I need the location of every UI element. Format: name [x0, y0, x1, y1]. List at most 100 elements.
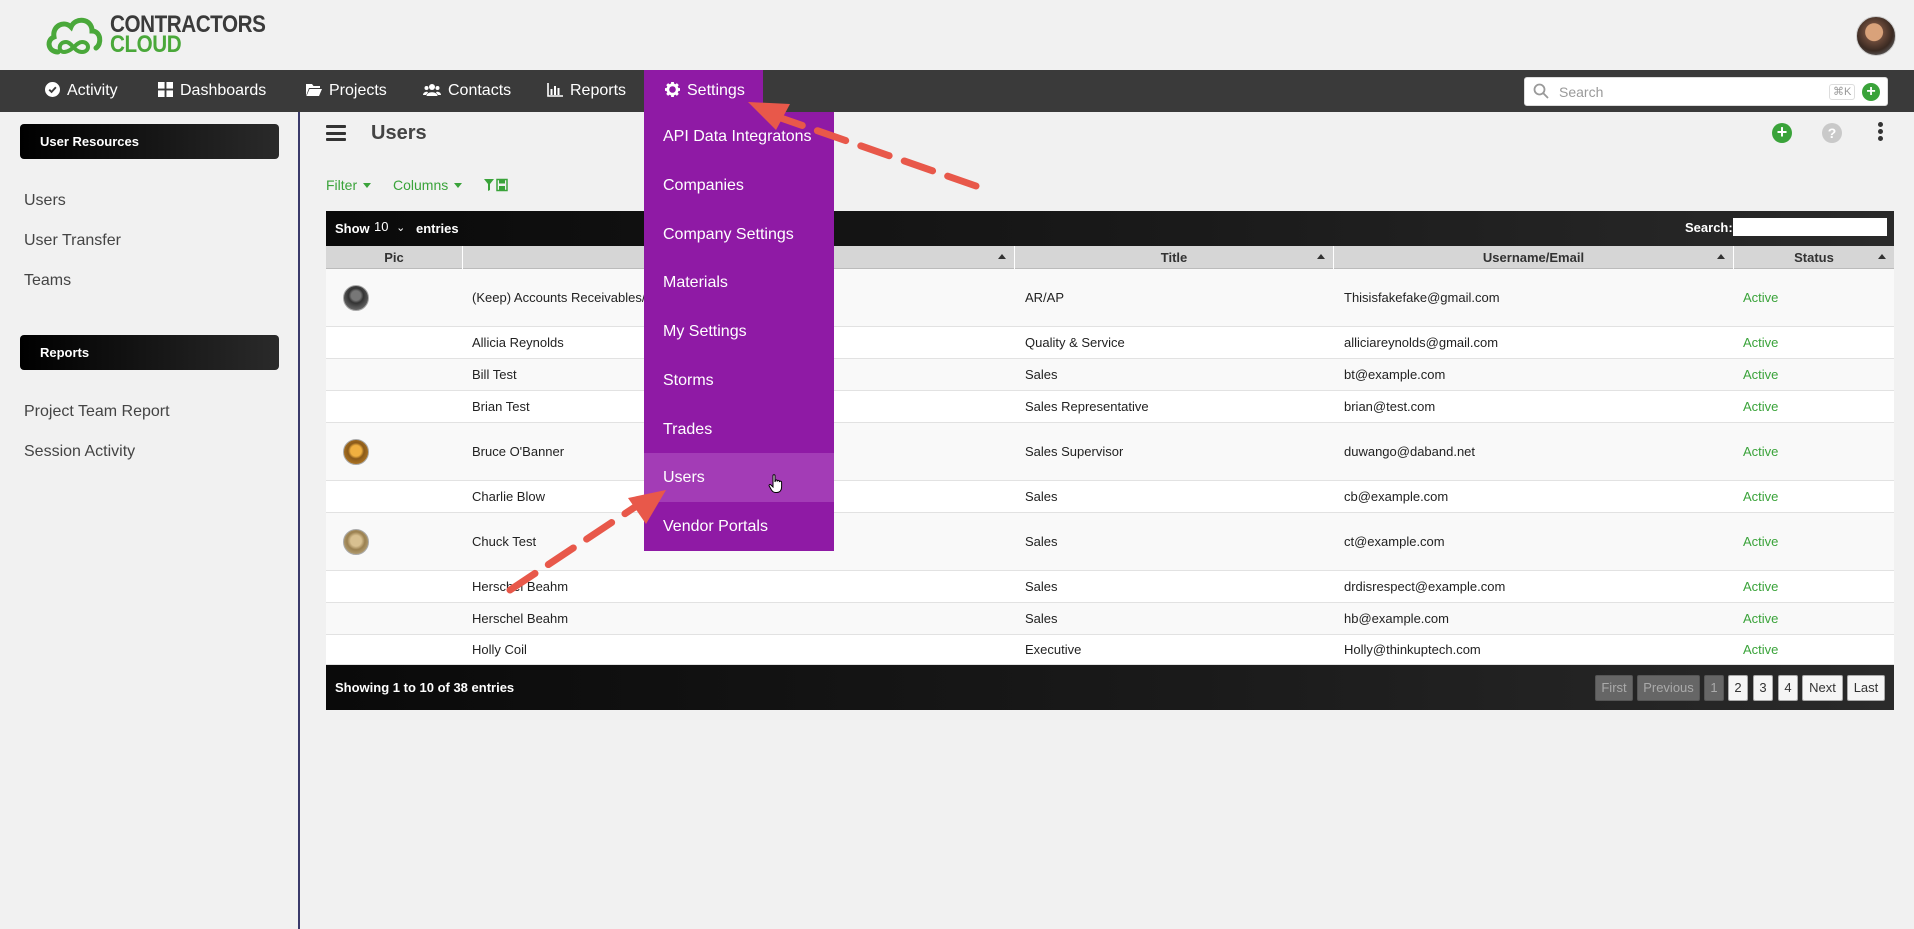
nav-settings[interactable]: Settings: [644, 70, 763, 112]
page-next-button[interactable]: Next: [1802, 675, 1843, 701]
columns-dropdown[interactable]: Columns: [393, 177, 463, 193]
user-name: Herschel Beahm: [472, 611, 569, 626]
hamburger-menu-icon[interactable]: [326, 125, 346, 141]
page-3-button[interactable]: 3: [1753, 675, 1773, 701]
table-row[interactable]: Bill Test Sales bt@example.com Active: [326, 359, 1894, 391]
status-badge: Active: [1743, 444, 1779, 459]
table-row[interactable]: Herschel Beahm Sales hb@example.com Acti…: [326, 603, 1894, 635]
table-row[interactable]: Bruce O'Banner Sales Supervisor duwango@…: [326, 423, 1894, 481]
table-row[interactable]: Holly Coil Executive Holly@thinkuptech.c…: [326, 635, 1894, 665]
user-title: Sales Supervisor: [1025, 444, 1124, 459]
table-row[interactable]: Brian Test Sales Representative brian@te…: [326, 391, 1894, 423]
table-row[interactable]: Allicia Reynolds Quality & Service allic…: [326, 327, 1894, 359]
menu-item-my-settings[interactable]: My Settings: [644, 307, 834, 356]
user-name: Brian Test: [472, 399, 530, 414]
page-last-button[interactable]: Last: [1847, 675, 1885, 701]
show-label: Show: [335, 221, 370, 236]
menu-item-storms[interactable]: Storms: [644, 356, 834, 405]
table-footer: Showing 1 to 10 of 38 entries First Prev…: [326, 665, 1894, 710]
page-4-button[interactable]: 4: [1778, 675, 1798, 701]
col-pic[interactable]: Pic: [326, 246, 463, 269]
menu-item-companies[interactable]: Companies: [644, 161, 834, 210]
save-filter-icon[interactable]: [484, 178, 508, 195]
page-size-select[interactable]: 10 ⌄: [374, 219, 405, 234]
sidebar-item-session-activity[interactable]: Session Activity: [24, 443, 135, 461]
global-search[interactable]: ⌘K +: [1524, 77, 1888, 106]
contractors-cloud-logo[interactable]: CONTRACTORS CLOUD: [44, 13, 291, 57]
status-badge: Active: [1743, 290, 1779, 305]
search-icon: [1533, 83, 1549, 99]
table-row[interactable]: Charlie Blow Sales cb@example.com Active: [326, 481, 1894, 513]
table-search-label: Search:: [1685, 220, 1733, 235]
nav-reports[interactable]: Reports: [547, 70, 626, 112]
user-avatar[interactable]: [1856, 16, 1896, 56]
avatar: [343, 528, 369, 555]
table-row[interactable]: (Keep) Accounts Receivables/ AR/AP Thisi…: [326, 269, 1894, 327]
nav-activity[interactable]: Activity: [45, 70, 118, 112]
user-email: ct@example.com: [1344, 534, 1445, 549]
menu-item-company-settings[interactable]: Company Settings: [644, 210, 834, 259]
avatar: [343, 284, 369, 311]
user-name: Charlie Blow: [472, 489, 545, 504]
table-row[interactable]: Herschel Beahm Sales drdisrespect@exampl…: [326, 571, 1894, 603]
page-first-button[interactable]: First: [1595, 675, 1633, 701]
nav-contacts[interactable]: Contacts: [423, 70, 511, 112]
gear-icon: [665, 82, 680, 100]
user-title: Sales: [1025, 367, 1058, 382]
nav-settings-label: Settings: [687, 82, 745, 99]
section-reports: Reports: [20, 335, 279, 370]
page-1-button[interactable]: 1: [1704, 675, 1724, 701]
sort-asc-icon: [998, 254, 1006, 259]
user-name: Chuck Test: [472, 534, 537, 549]
filter-dropdown[interactable]: Filter: [326, 177, 372, 193]
col-username-email[interactable]: Username/Email: [1334, 246, 1734, 269]
user-email: alliciareynolds@gmail.com: [1344, 335, 1499, 350]
search-input[interactable]: [1559, 82, 1809, 102]
user-email: brian@test.com: [1344, 399, 1436, 414]
sidebar-item-project-team-report[interactable]: Project Team Report: [24, 403, 170, 421]
sort-asc-icon: [1717, 254, 1725, 259]
page-2-button[interactable]: 2: [1728, 675, 1748, 701]
nav-projects[interactable]: Projects: [306, 70, 387, 112]
menu-item-vendor-portals[interactable]: Vendor Portals: [644, 502, 834, 551]
user-email: bt@example.com: [1344, 367, 1446, 382]
user-title: Sales: [1025, 534, 1058, 549]
user-email: hb@example.com: [1344, 611, 1449, 626]
chevron-down-icon: ⌄: [396, 222, 406, 234]
menu-item-api-data-integrations[interactable]: API Data Integratons: [644, 112, 834, 161]
page-title: Users: [371, 122, 427, 144]
menu-item-users[interactable]: Users: [644, 453, 834, 502]
menu-item-materials[interactable]: Materials: [644, 258, 834, 307]
add-user-button[interactable]: +: [1772, 123, 1792, 143]
nav-dashboards[interactable]: Dashboards: [158, 70, 266, 112]
sidebar-item-users[interactable]: Users: [24, 192, 66, 210]
user-title: Sales Representative: [1025, 399, 1149, 414]
bar-chart-icon: [547, 82, 563, 100]
status-badge: Active: [1743, 579, 1779, 594]
users-icon: [423, 83, 441, 100]
settings-dropdown-menu: API Data Integratons Companies Company S…: [644, 112, 834, 551]
status-badge: Active: [1743, 367, 1779, 382]
nav-dashboards-label: Dashboards: [180, 82, 267, 99]
user-email: cb@example.com: [1344, 489, 1449, 504]
status-badge: Active: [1743, 534, 1779, 549]
help-icon[interactable]: ?: [1822, 123, 1842, 143]
col-title[interactable]: Title: [1015, 246, 1334, 269]
chevron-down-icon: [454, 183, 463, 188]
sidebar: User Resources Users User Transfer Teams…: [0, 112, 300, 929]
more-options-icon[interactable]: [1876, 122, 1884, 142]
table-row[interactable]: Chuck Test Sales ct@example.com Active: [326, 513, 1894, 571]
nav-activity-label: Activity: [67, 82, 118, 99]
user-name: Holly Coil: [472, 642, 527, 657]
page-previous-button[interactable]: Previous: [1637, 675, 1700, 701]
sidebar-item-teams[interactable]: Teams: [24, 272, 71, 290]
user-email: duwango@daband.net: [1344, 444, 1476, 459]
quick-add-button[interactable]: +: [1862, 83, 1880, 101]
col-status[interactable]: Status: [1734, 246, 1894, 269]
filter-label: Filter: [326, 177, 358, 193]
menu-item-trades[interactable]: Trades: [644, 405, 834, 454]
user-title: Sales: [1025, 611, 1058, 626]
table-search-input[interactable]: [1733, 218, 1887, 236]
user-email: Holly@thinkuptech.com: [1344, 642, 1481, 657]
sidebar-item-user-transfer[interactable]: User Transfer: [24, 232, 121, 250]
